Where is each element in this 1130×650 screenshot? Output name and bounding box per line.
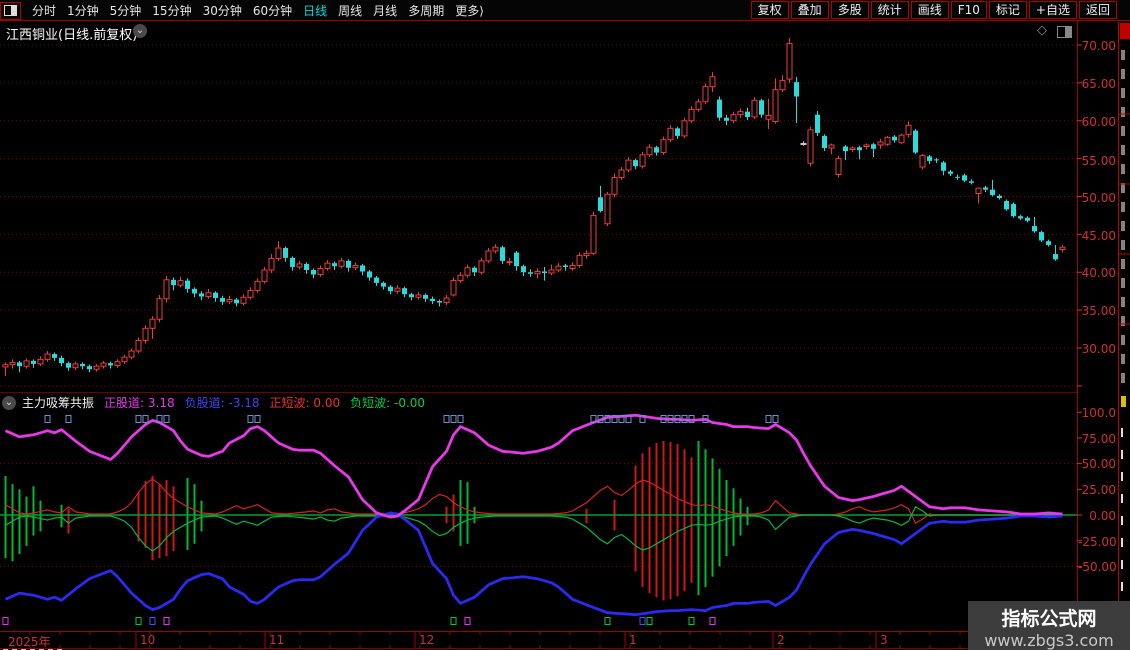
- price-tick-70: 70.00: [1081, 39, 1116, 53]
- watermark-url: www.zbgs3.com: [984, 631, 1114, 650]
- timeline-feb: 2: [777, 633, 785, 647]
- ind-tick-neg25: -25.00: [1078, 535, 1117, 549]
- title-chevron-down-icon[interactable]: ⌄: [133, 24, 147, 38]
- price-tick-55: 55.00: [1081, 154, 1116, 168]
- statistics-button[interactable]: 统计: [870, 1, 909, 19]
- tab-daily-active[interactable]: 日线: [303, 2, 327, 19]
- pos-wave-field: 正短波: 0.00: [269, 396, 341, 410]
- mark-button[interactable]: 标记: [988, 1, 1027, 19]
- ind-tick-0: 0.00: [1089, 509, 1116, 523]
- timeline-year: 2025年: [8, 635, 51, 649]
- price-tick-60: 60.00: [1081, 115, 1116, 129]
- top-toolbar: 分时 1分钟 5分钟 15分钟 30分钟 60分钟 日线 周线 月线 多周期 更…: [0, 0, 1130, 20]
- neg-wave-field: 负短波: -0.00: [350, 396, 426, 410]
- multi-stock-button[interactable]: 多股: [830, 1, 869, 19]
- price-tick-40: 40.00: [1081, 266, 1116, 280]
- price-tick-35: 35.00: [1081, 304, 1116, 318]
- add-watchlist-button[interactable]: +自选: [1028, 1, 1077, 19]
- site-watermark: 指标公式网 www.zbgs3.com: [968, 601, 1130, 650]
- timeline-oct: 10: [140, 633, 156, 647]
- ind-tick-50: 50.00: [1081, 457, 1116, 471]
- ind-tick-100: 100.0: [1081, 406, 1116, 420]
- price-tick-50: 50.00: [1081, 191, 1116, 205]
- split-view-icon: [4, 5, 17, 16]
- tab-5min[interactable]: 5分钟: [110, 2, 142, 19]
- indicator-name[interactable]: 主力吸筹共振: [22, 394, 94, 411]
- fuquan-button[interactable]: 复权: [750, 1, 789, 19]
- diamond-marker-icon[interactable]: ◇: [1037, 23, 1047, 38]
- watermark-title: 指标公式网: [1001, 608, 1097, 630]
- tab-more[interactable]: 更多⟩: [455, 2, 484, 19]
- period-menu: 分时 1分钟 5分钟 15分钟 30分钟 60分钟 日线 周线 月线 多周期 更…: [0, 0, 484, 20]
- ind-tick-neg50: -50.00: [1078, 560, 1117, 574]
- pos-channel-field: 正股道: 3.18: [104, 396, 175, 410]
- tab-15min[interactable]: 15分钟: [152, 2, 191, 19]
- toolbar-buttons: 复权 叠加 多股 统计 画线 F10 标记 +自选 返回: [749, 1, 1117, 19]
- price-tick-45: 45.00: [1081, 229, 1116, 243]
- price-tick-65: 65.00: [1081, 77, 1116, 91]
- timeline-nov: 11: [269, 633, 285, 647]
- indicator-chevron-down-icon[interactable]: ⌄: [2, 395, 16, 410]
- timeline-mar: 3: [880, 633, 888, 647]
- indicator-header: ⌄ 主力吸筹共振 正股道: 3.18 负股道: -3.18 正短波: 0.00 …: [0, 394, 425, 411]
- candlestick-and-indicator-chart: [0, 0, 1130, 650]
- tab-fenshi[interactable]: 分时: [32, 2, 56, 19]
- page-title: 江西铜业(日线.前复权): [6, 28, 138, 43]
- chart-title-bar: 江西铜业(日线.前复权) ⌄ ◇: [0, 22, 1077, 43]
- draw-line-button[interactable]: 画线: [910, 1, 949, 19]
- tab-30min[interactable]: 30分钟: [203, 2, 242, 19]
- neg-channel-field: 负股道: -3.18: [184, 396, 260, 410]
- f10-button[interactable]: F10: [950, 1, 987, 19]
- tab-60min[interactable]: 60分钟: [253, 2, 292, 19]
- timeline-dec: 12: [419, 633, 435, 647]
- overlay-button[interactable]: 叠加: [790, 1, 829, 19]
- panel-toggle-icon[interactable]: [1057, 26, 1072, 38]
- back-button[interactable]: 返回: [1078, 1, 1117, 19]
- timeline-jan: 1: [629, 633, 637, 647]
- tab-multi-period[interactable]: 多周期: [408, 2, 444, 19]
- tab-monthly[interactable]: 月线: [373, 2, 397, 19]
- layout-toggle-button[interactable]: [0, 1, 21, 20]
- price-tick-30: 30.00: [1081, 342, 1116, 356]
- tab-1min[interactable]: 1分钟: [67, 2, 99, 19]
- ind-tick-25: 25.00: [1081, 483, 1116, 497]
- trading-app-window: 分时 1分钟 5分钟 15分钟 30分钟 60分钟 日线 周线 月线 多周期 更…: [0, 0, 1130, 650]
- ind-tick-75: 75.00: [1081, 432, 1116, 446]
- tab-weekly[interactable]: 周线: [338, 2, 362, 19]
- chart-canvas[interactable]: [0, 0, 1130, 650]
